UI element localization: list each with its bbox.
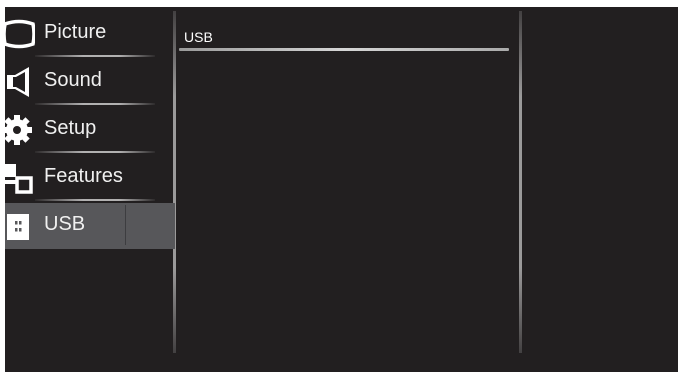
- menu-item-label: Sound: [44, 69, 102, 91]
- menu-separator: [35, 199, 155, 201]
- menu-item-sound[interactable]: Sound: [5, 59, 175, 105]
- selection-divider: [125, 205, 126, 245]
- menu-item-usb[interactable]: USB: [5, 203, 175, 249]
- monitor-icon: [5, 19, 35, 49]
- speaker-icon: [7, 67, 29, 97]
- menu-separator: [35, 103, 155, 105]
- submenu-item-usb[interactable]: USB: [177, 25, 510, 51]
- menu-item-setup[interactable]: Setup: [5, 107, 175, 153]
- column-divider-right: [519, 11, 522, 353]
- menu-item-label: Picture: [44, 21, 107, 43]
- menu-item-label: USB: [44, 213, 86, 235]
- tv-menu-screen: Picture Sound Setup Features USB USB: [5, 7, 678, 372]
- menu-separator: [35, 151, 155, 153]
- submenu-highlight-bar: [179, 48, 509, 51]
- menu-item-features[interactable]: Features: [5, 155, 175, 201]
- submenu-item-label: USB: [184, 29, 213, 45]
- gear-icon: [5, 115, 32, 145]
- menu-item-picture[interactable]: Picture: [5, 11, 175, 57]
- menu-item-label: Features: [44, 165, 123, 187]
- usb-icon: [7, 214, 29, 240]
- features-icon: [5, 164, 33, 194]
- menu-separator: [35, 55, 155, 57]
- menu-item-label: Setup: [44, 117, 97, 139]
